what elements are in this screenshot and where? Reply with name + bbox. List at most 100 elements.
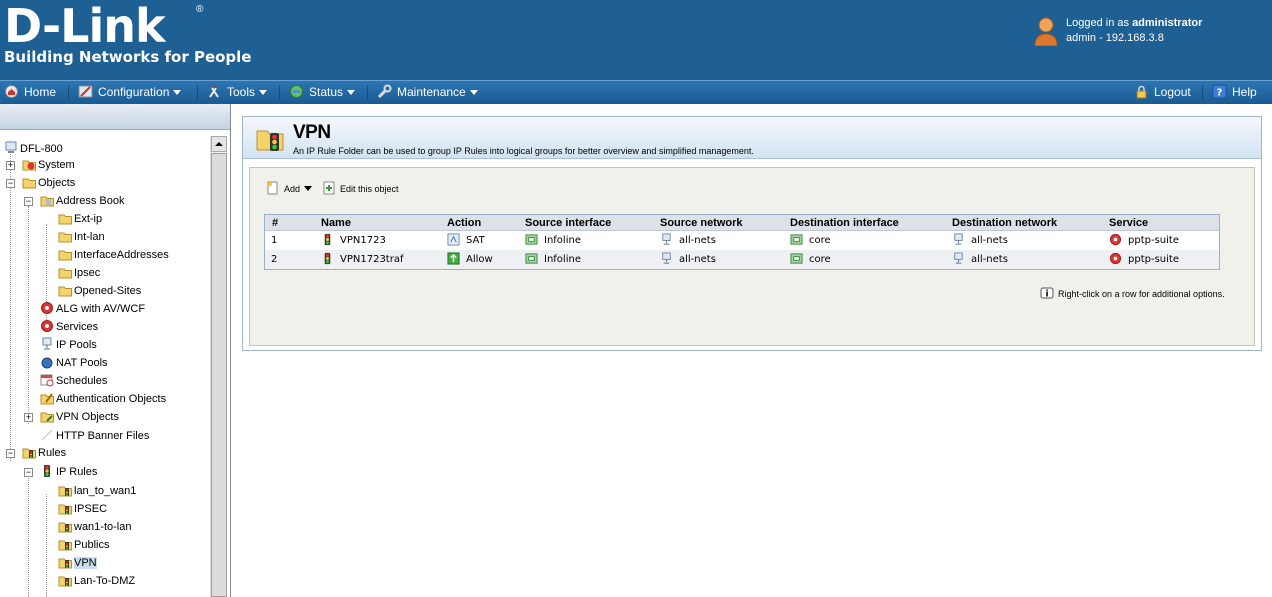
tree-node-ext-ip[interactable]: Ext-ip bbox=[58, 210, 102, 228]
tree-node-ipsec-object[interactable]: Ipsec bbox=[58, 264, 100, 282]
menu-logout[interactable]: Logout bbox=[1134, 81, 1191, 104]
tree-node-wan1-to-lan[interactable]: wan1-to-lan bbox=[58, 518, 131, 536]
allow-icon bbox=[447, 252, 460, 265]
tree-node-system[interactable]: System bbox=[22, 156, 75, 174]
scroll-thumb[interactable] bbox=[211, 153, 227, 597]
tree-node-interface-addresses[interactable]: InterfaceAddresses bbox=[58, 246, 169, 264]
col-action[interactable]: Action bbox=[447, 215, 481, 231]
hint-text: Right-click on a row for additional opti… bbox=[1058, 289, 1225, 299]
menu-help[interactable]: ? Help bbox=[1212, 81, 1257, 104]
col-name[interactable]: Name bbox=[321, 215, 351, 231]
tree-node-schedules[interactable]: Schedules bbox=[40, 372, 107, 390]
tree-node-ipsec-rule[interactable]: IPSEC bbox=[58, 500, 107, 518]
status-icon bbox=[290, 85, 303, 98]
tree-node-services[interactable]: Services bbox=[40, 318, 98, 336]
destination-network: all-nets bbox=[952, 231, 1008, 250]
folder-icon bbox=[58, 232, 72, 243]
page-description: An IP Rule Folder can be used to group I… bbox=[293, 146, 754, 156]
service: pptp-suite bbox=[1109, 250, 1179, 269]
menu-separator bbox=[367, 85, 368, 101]
menu-separator bbox=[279, 85, 280, 101]
tree-node-lan-to-wan1[interactable]: lan_to_wan1 bbox=[58, 482, 136, 500]
tree-line bbox=[10, 152, 11, 461]
tree-line bbox=[28, 476, 29, 597]
chevron-down-icon bbox=[469, 90, 478, 95]
collapse-toggle[interactable]: − bbox=[6, 449, 15, 458]
tree-line bbox=[28, 206, 29, 424]
collapse-toggle[interactable]: − bbox=[6, 179, 15, 188]
tree-node-opened-sites[interactable]: Opened-Sites bbox=[58, 282, 141, 300]
tree-node-lan-to-dmz[interactable]: Lan-To-DMZ bbox=[58, 572, 135, 590]
edit-icon bbox=[323, 181, 335, 195]
svg-text:i: i bbox=[1045, 290, 1048, 300]
rule-folder-icon bbox=[58, 576, 72, 587]
table-row[interactable]: 1 VPN1723 SAT Infoline all-nets core all… bbox=[265, 231, 1219, 250]
network-icon bbox=[954, 233, 963, 245]
ip-pools-icon bbox=[42, 337, 52, 350]
tree-node-ip-pools[interactable]: IP Pools bbox=[40, 336, 97, 354]
tree-node-alg[interactable]: ALG with AV/WCF bbox=[40, 300, 145, 318]
add-button[interactable]: Add bbox=[266, 180, 313, 198]
col-source-network[interactable]: Source network bbox=[660, 215, 743, 231]
source-interface: Infoline bbox=[525, 231, 581, 250]
tree-node-nat-pools[interactable]: NAT Pools bbox=[40, 354, 108, 372]
sidebar-scrollbar[interactable] bbox=[210, 136, 227, 597]
edit-button-label: Edit this object bbox=[340, 184, 399, 194]
vpn-objects-icon bbox=[40, 412, 54, 423]
menu-home[interactable]: Home bbox=[4, 81, 56, 104]
navigation-tree: DFL-800 + System − Objects − Address Boo… bbox=[0, 134, 210, 597]
dlink-logo: D-Link ® Building Networks for People bbox=[4, 2, 251, 66]
collapse-toggle[interactable]: − bbox=[24, 468, 33, 477]
row-number: 1 bbox=[271, 235, 278, 246]
scroll-up-button[interactable] bbox=[211, 136, 227, 152]
rules-area: Add Edit this object # Name Action Sourc… bbox=[249, 167, 1255, 346]
tree-node-objects[interactable]: Objects bbox=[22, 174, 75, 192]
col-destination-interface[interactable]: Destination interface bbox=[790, 215, 899, 231]
service-icon bbox=[1109, 233, 1122, 246]
tree-node-int-lan[interactable]: Int-lan bbox=[58, 228, 105, 246]
configuration-icon bbox=[78, 85, 93, 98]
tree-node-vpn-objects[interactable]: VPN Objects bbox=[40, 408, 119, 426]
add-icon bbox=[267, 181, 278, 195]
col-service[interactable]: Service bbox=[1109, 215, 1148, 231]
sidebar-header bbox=[0, 104, 230, 130]
authentication-icon bbox=[40, 393, 54, 405]
expand-toggle[interactable]: + bbox=[24, 413, 33, 422]
tree-node-ip-rules[interactable]: IP Rules bbox=[40, 463, 97, 481]
source-network: all-nets bbox=[660, 250, 716, 269]
tree-node-address-book[interactable]: Address Book bbox=[40, 192, 124, 210]
tree-node-publics[interactable]: Publics bbox=[58, 536, 109, 554]
help-icon: ? bbox=[1212, 84, 1227, 99]
table-row[interactable]: 2 VPN1723traf Allow Infoline all-nets co… bbox=[265, 250, 1219, 269]
menu-maintenance[interactable]: Maintenance bbox=[377, 81, 478, 104]
expand-toggle[interactable]: + bbox=[6, 161, 15, 170]
col-source-interface[interactable]: Source interface bbox=[525, 215, 611, 231]
destination-interface: core bbox=[790, 250, 831, 269]
tree-node-vpn[interactable]: VPN bbox=[58, 554, 97, 572]
system-icon bbox=[22, 160, 36, 171]
tree-node-rules[interactable]: Rules bbox=[22, 444, 66, 462]
right-click-hint: i Right-click on a row for additional opt… bbox=[1040, 286, 1225, 300]
tree-node-authentication-objects[interactable]: Authentication Objects bbox=[40, 390, 166, 408]
menu-configuration[interactable]: Configuration bbox=[78, 81, 182, 104]
menu-status[interactable]: Status bbox=[289, 81, 356, 104]
rule-folder-icon bbox=[58, 486, 72, 497]
col-destination-network[interactable]: Destination network bbox=[952, 215, 1057, 231]
menu-tools[interactable]: Tools bbox=[207, 81, 268, 104]
rule-name: VPN1723 bbox=[321, 231, 386, 250]
service: pptp-suite bbox=[1109, 231, 1179, 250]
banner-file-icon bbox=[41, 429, 53, 441]
col-number[interactable]: # bbox=[272, 215, 278, 231]
calendar-icon bbox=[40, 374, 54, 387]
edit-object-button[interactable]: Edit this object bbox=[322, 180, 399, 198]
chevron-down-icon bbox=[347, 90, 356, 95]
collapse-toggle[interactable]: − bbox=[24, 197, 33, 206]
wrench-icon bbox=[377, 84, 392, 99]
device-icon bbox=[5, 141, 17, 153]
tree-node-http-banner-files[interactable]: HTTP Banner Files bbox=[40, 427, 149, 445]
tree-line bbox=[46, 494, 47, 597]
chevron-down-icon bbox=[259, 90, 268, 95]
address-book-icon bbox=[40, 196, 54, 207]
row-number: 2 bbox=[271, 254, 278, 265]
info-icon: i bbox=[1040, 287, 1054, 300]
